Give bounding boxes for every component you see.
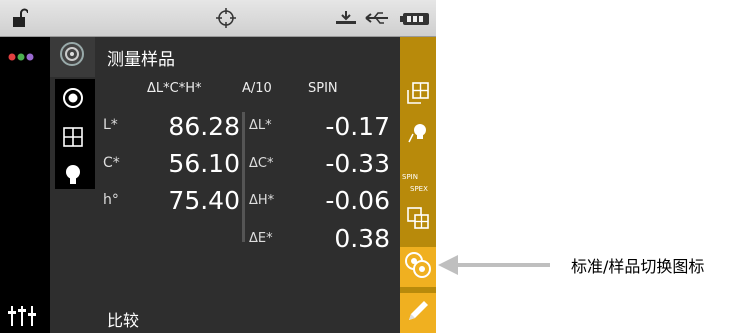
sliders-icon[interactable] — [8, 305, 36, 331]
instrument-screen: 测量样品 ΔL*C*H* A/10 SPIN L* 86.28 ΔL* -0.1… — [0, 0, 436, 333]
battery-icon — [400, 11, 430, 30]
delta-label-h: ΔH* — [249, 193, 275, 208]
tab-column — [50, 37, 95, 333]
button-column: SPIN SPEX — [400, 37, 436, 333]
edit-button[interactable] — [400, 293, 436, 333]
tab-header — [50, 37, 95, 77]
usb-icon — [364, 10, 390, 30]
grid-layout-button[interactable] — [400, 202, 436, 238]
pencil-icon — [404, 297, 432, 329]
bulb-button-icon — [405, 120, 431, 150]
copy-grid-button[interactable] — [400, 77, 436, 113]
tray-icon — [335, 10, 357, 30]
row-label-l: L* — [103, 117, 118, 133]
page-title: 测量样品 — [107, 50, 175, 70]
tab-side — [50, 77, 95, 333]
compare-label[interactable]: 比较 — [107, 307, 139, 331]
delta-label-l: ΔL* — [249, 118, 272, 133]
color-dots-icon[interactable] — [8, 47, 38, 66]
left-strip — [0, 37, 50, 333]
mode-label: SPIN — [308, 81, 338, 96]
spin-spex-button[interactable]: SPIN SPEX — [400, 167, 436, 203]
grid-layout-icon — [405, 205, 431, 235]
measurement-panel: 测量样品 ΔL*C*H* A/10 SPIN L* 86.28 ΔL* -0.1… — [95, 37, 400, 333]
callout-label: 标准/样品切换图标 — [571, 257, 705, 276]
target-tab-icon[interactable] — [59, 41, 85, 71]
standard-sample-toggle-icon — [403, 250, 433, 284]
value-h: 75.40 — [168, 186, 240, 215]
delta-label-c: ΔC* — [249, 156, 274, 171]
value-l: 86.28 — [168, 112, 240, 141]
spin-spex-icon: SPIN SPEX — [402, 173, 428, 193]
value-c: 56.10 — [168, 149, 240, 178]
callout-arrow-head — [438, 255, 458, 275]
delta-value-c: -0.33 — [325, 149, 390, 178]
standard-sample-toggle-button[interactable] — [400, 247, 436, 287]
sample-target-icon[interactable] — [62, 87, 84, 113]
callout-arrow-line — [456, 263, 550, 267]
target-icon — [215, 7, 237, 33]
column-divider — [242, 112, 245, 242]
row-label-c: C* — [103, 155, 120, 171]
copy-grid-icon — [405, 80, 431, 110]
delta-value-l: -0.17 — [325, 112, 390, 141]
illumination-button[interactable] — [400, 117, 436, 153]
grid-icon[interactable] — [62, 126, 84, 152]
delta-e-value: 0.38 — [334, 224, 390, 253]
illuminant-label: A/10 — [242, 81, 272, 96]
row-label-h: h° — [103, 192, 119, 208]
unlock-icon[interactable] — [12, 8, 29, 32]
delta-value-h: -0.06 — [325, 186, 390, 215]
status-bar — [0, 0, 436, 37]
bulb-icon[interactable] — [64, 164, 82, 190]
delta-e-label: ΔE* — [249, 231, 273, 246]
color-space-label: ΔL*C*H* — [147, 81, 202, 96]
